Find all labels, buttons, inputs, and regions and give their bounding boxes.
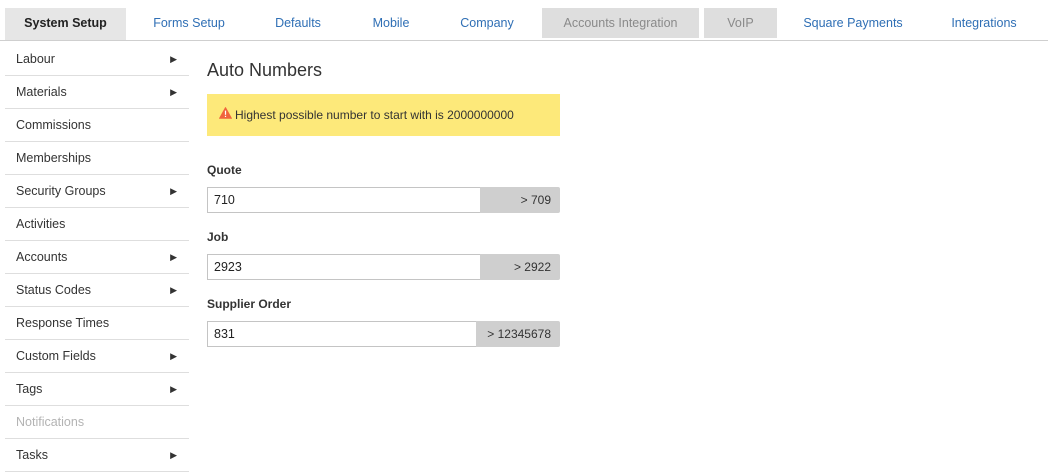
sidebar-item-custom-fields[interactable]: Custom Fields ▶ bbox=[5, 340, 189, 373]
sidebar-item-labour[interactable]: Labour ▶ bbox=[5, 43, 189, 76]
sidebar-item-label: Custom Fields bbox=[16, 349, 96, 363]
tab-company[interactable]: Company bbox=[438, 8, 536, 38]
quote-field-group: > 709 bbox=[207, 187, 560, 213]
quote-min-hint: > 709 bbox=[480, 187, 560, 213]
page-title: Auto Numbers bbox=[207, 60, 323, 80]
tab-defaults[interactable]: Defaults bbox=[252, 8, 344, 38]
tab-accounts-integration[interactable]: Accounts Integration bbox=[542, 8, 699, 38]
sidebar-item-response-times[interactable]: Response Times bbox=[5, 307, 189, 340]
tab-system-setup[interactable]: System Setup bbox=[5, 8, 126, 40]
tab-integrations[interactable]: Integrations bbox=[928, 8, 1040, 38]
sidebar-item-tags[interactable]: Tags ▶ bbox=[5, 373, 189, 406]
sidebar-item-materials[interactable]: Materials ▶ bbox=[5, 76, 189, 109]
top-tab-bar: System Setup Forms Setup Defaults Mobile… bbox=[0, 0, 1048, 41]
sidebar-item-label: Commissions bbox=[16, 118, 92, 132]
supplier-order-field-group: > 12345678 bbox=[207, 321, 560, 347]
sidebar-item-label: Tasks bbox=[16, 448, 48, 462]
chevron-right-icon: ▶ bbox=[170, 285, 177, 295]
job-min-hint: > 2922 bbox=[480, 254, 560, 280]
tab-square-payments[interactable]: Square Payments bbox=[780, 8, 926, 38]
quote-label: Quote bbox=[207, 163, 242, 177]
sidebar-item-commissions[interactable]: Commissions bbox=[5, 109, 189, 142]
supplier-order-label: Supplier Order bbox=[207, 297, 292, 311]
alert-text: Highest possible number to start with is… bbox=[235, 108, 514, 122]
sidebar-item-label: Accounts bbox=[16, 250, 68, 264]
chevron-right-icon: ▶ bbox=[170, 351, 177, 361]
sidebar-item-security-groups[interactable]: Security Groups ▶ bbox=[5, 175, 189, 208]
sidebar-item-label: Activities bbox=[16, 217, 66, 231]
chevron-right-icon: ▶ bbox=[170, 54, 177, 64]
sidebar-item-label: Tags bbox=[16, 382, 43, 396]
job-field-group: > 2922 bbox=[207, 254, 560, 280]
supplier-order-number-input[interactable] bbox=[207, 321, 476, 347]
chevron-right-icon: ▶ bbox=[170, 186, 177, 196]
job-number-input[interactable] bbox=[207, 254, 480, 280]
sidebar-item-label: Security Groups bbox=[16, 184, 106, 198]
warning-icon bbox=[219, 94, 232, 136]
chevron-right-icon: ▶ bbox=[170, 87, 177, 97]
tab-forms-setup[interactable]: Forms Setup bbox=[130, 8, 248, 38]
sidebar-item-label: Labour bbox=[16, 52, 55, 66]
chevron-right-icon: ▶ bbox=[170, 450, 177, 460]
tab-mobile[interactable]: Mobile bbox=[348, 8, 434, 38]
sidebar-item-label: Notifications bbox=[16, 415, 85, 429]
supplier-order-min-hint: > 12345678 bbox=[476, 321, 560, 347]
sidebar-item-label: Status Codes bbox=[16, 283, 92, 297]
sidebar-item-memberships[interactable]: Memberships bbox=[5, 142, 189, 175]
chevron-right-icon: ▶ bbox=[170, 384, 177, 394]
job-label: Job bbox=[207, 230, 229, 244]
sidebar-item-status-codes[interactable]: Status Codes ▶ bbox=[5, 274, 189, 307]
sidebar-item-label: Response Times bbox=[16, 316, 110, 330]
sidebar-item-notifications: Notifications bbox=[5, 406, 189, 439]
sidebar-item-activities[interactable]: Activities bbox=[5, 208, 189, 241]
sidebar-item-label: Materials bbox=[16, 85, 67, 99]
warning-alert: Highest possible number to start with is… bbox=[207, 94, 560, 136]
tab-voip[interactable]: VoIP bbox=[704, 8, 777, 38]
quote-number-input[interactable] bbox=[207, 187, 480, 213]
sidebar-item-accounts[interactable]: Accounts ▶ bbox=[5, 241, 189, 274]
sidebar: Labour ▶ Materials ▶ Commissions Members… bbox=[5, 43, 189, 472]
sidebar-item-label: Memberships bbox=[16, 151, 92, 165]
sidebar-item-tasks[interactable]: Tasks ▶ bbox=[5, 439, 189, 472]
chevron-right-icon: ▶ bbox=[170, 252, 177, 262]
